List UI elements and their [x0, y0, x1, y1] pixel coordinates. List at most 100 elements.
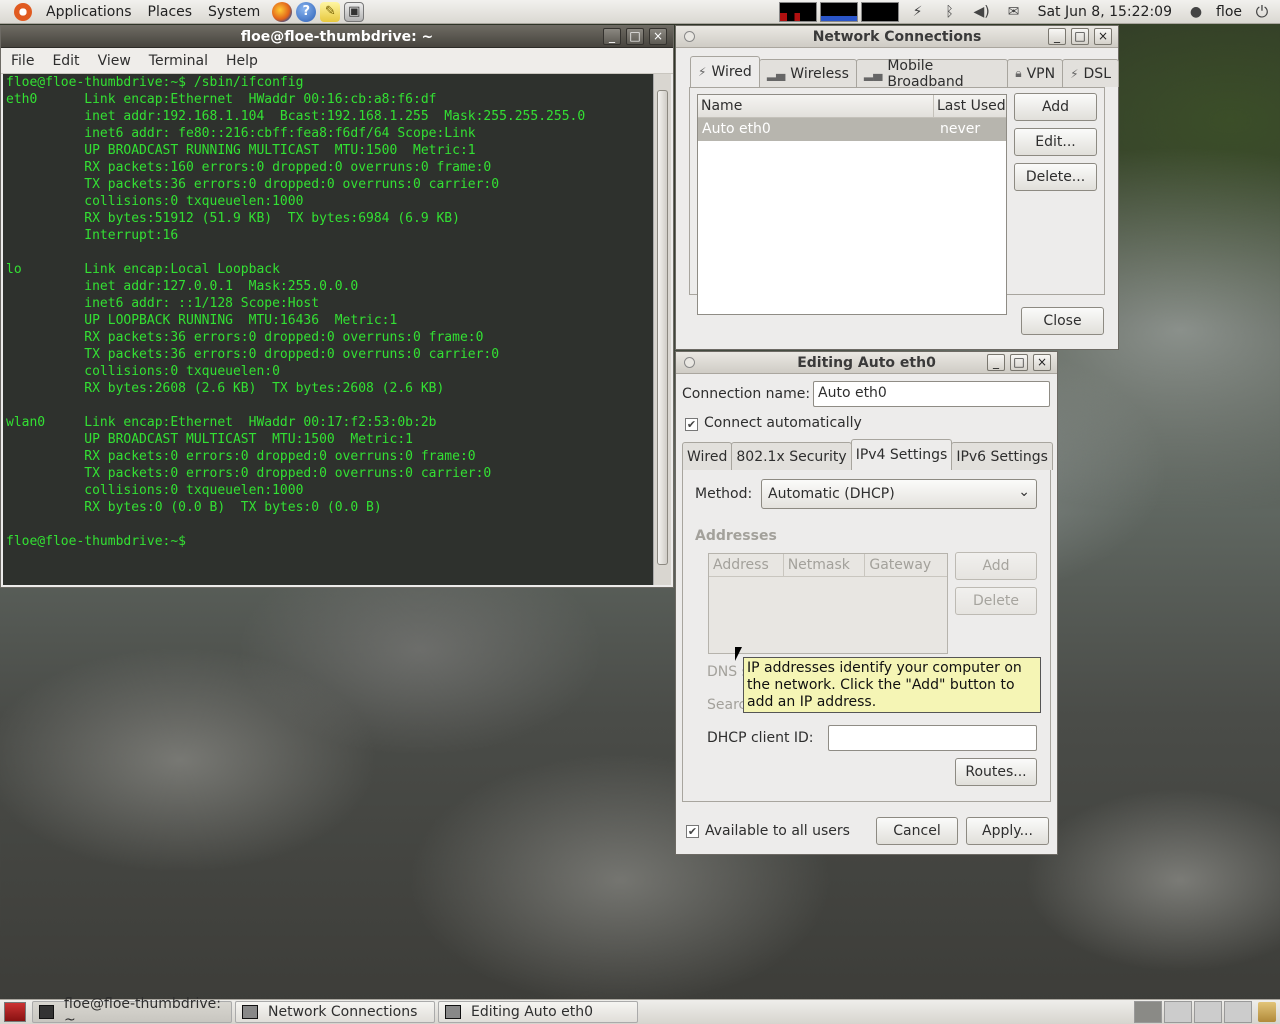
method-select[interactable]: Automatic (DHCP) ⌄ [761, 479, 1037, 509]
chat-status-icon[interactable]: ● [1186, 2, 1206, 22]
delete-connection-button[interactable]: Delete... [1014, 163, 1097, 191]
netconn-titlebar[interactable]: Network Connections _ □ × [676, 26, 1118, 48]
terminal-title: floe@floe-thumbdrive: ~ [240, 28, 434, 45]
tab-ipv6-settings[interactable]: IPv6 Settings [951, 442, 1053, 470]
show-desktop-icon[interactable] [4, 1002, 26, 1022]
cancel-button[interactable]: Cancel [876, 817, 958, 845]
network-connections-window: Network Connections _ □ × ⚡ Wired ▂▄ Wirel… [675, 25, 1119, 350]
terminal-line: floe@floe-thumbdrive:~$ [6, 534, 187, 549]
tab-dsl[interactable]: ⚡ DSL [1062, 59, 1119, 87]
terminal-line: RX packets:36 errors:0 dropped:0 overrun… [6, 330, 484, 345]
addresses-tooltip: IP addresses identify your computer on t… [743, 657, 1041, 713]
taskbar-item-editing-auto-eth0[interactable]: Editing Auto eth0 [438, 1001, 638, 1023]
terminal-line: collisions:0 txqueuelen:1000 [6, 483, 304, 498]
terminal-line: collisions:0 txqueuelen:0 [6, 364, 280, 379]
editing-titlebar[interactable]: Editing Auto eth0 _ □ × [676, 352, 1057, 374]
taskbar-item-terminal[interactable]: floe@floe-thumbdrive: ~ [32, 996, 232, 1024]
workspace-1[interactable] [1134, 1001, 1162, 1023]
terminal-line: floe@floe-thumbdrive:~$ /sbin/ifconfig [6, 75, 304, 90]
user-name[interactable]: floe [1212, 4, 1246, 20]
help-menu[interactable]: Help [216, 53, 266, 69]
column-address: Address [709, 554, 784, 576]
close-button[interactable]: × [1033, 354, 1051, 371]
help-icon[interactable]: ? [296, 1, 317, 22]
workspace-4[interactable] [1224, 1001, 1252, 1023]
places-menu[interactable]: Places [140, 4, 201, 20]
workspace-2[interactable] [1164, 1001, 1192, 1023]
edit-menu[interactable]: Edit [42, 53, 87, 69]
column-last-used[interactable]: Last Used [934, 95, 1006, 117]
close-button[interactable]: × [649, 28, 667, 45]
cpu-monitor[interactable] [778, 1, 817, 22]
minimize-button[interactable]: _ [603, 28, 621, 45]
maximize-button[interactable]: □ [626, 28, 644, 45]
memory-monitor[interactable] [819, 1, 858, 22]
dhcp-client-id-label: DHCP client ID: [707, 730, 814, 746]
apply-button[interactable]: Apply... [966, 817, 1049, 845]
wired-network-icon[interactable]: ⚡ [908, 2, 928, 22]
view-menu[interactable]: View [88, 53, 139, 69]
volume-icon[interactable]: ◀) [972, 2, 992, 22]
add-address-button[interactable]: Add [955, 552, 1037, 580]
column-name[interactable]: Name [698, 95, 934, 117]
firefox-icon[interactable] [272, 1, 293, 22]
terminal-output[interactable]: floe@floe-thumbdrive:~$ /sbin/ifconfig et… [3, 74, 653, 585]
notes-icon[interactable]: ✎ [320, 1, 341, 22]
terminal-line: eth0 Link encap:Ethernet HWaddr 00:16:cb… [6, 92, 437, 107]
clock[interactable]: Sat Jun 8, 15:22:09 [1030, 4, 1180, 20]
routes-button[interactable]: Routes... [955, 758, 1037, 786]
file-menu[interactable]: File [1, 53, 42, 69]
terminal-line: TX packets:36 errors:0 dropped:0 overrun… [6, 177, 500, 192]
terminal-menu[interactable]: Terminal [139, 53, 216, 69]
terminal-line: UP LOOPBACK RUNNING MTU:16436 Metric:1 [6, 313, 398, 328]
tab-wireless[interactable]: ▂▄ Wireless [758, 59, 857, 87]
terminal-scrollbar[interactable] [653, 74, 671, 585]
terminal-titlebar[interactable]: floe@floe-thumbdrive: ~ _ □ × [1, 26, 673, 48]
netconn-title: Network Connections [812, 28, 982, 45]
window-menu-icon[interactable] [684, 31, 695, 42]
editing-connection-window: Editing Auto eth0 _ □ × Connection name:… [675, 351, 1058, 855]
connections-list[interactable]: Name Last Used Auto eth0 never [697, 94, 1007, 315]
screenshot-icon[interactable]: ▣ [344, 1, 365, 22]
connection-row[interactable]: Auto eth0 never [698, 118, 1006, 141]
tab-mobile-broadband[interactable]: ▂▄ Mobile Broadband [855, 58, 1009, 90]
minimize-button[interactable]: _ [1048, 28, 1066, 45]
minimize-button[interactable]: _ [987, 354, 1005, 371]
applications-menu[interactable]: Applications [38, 4, 140, 20]
dhcp-client-id-field[interactable] [828, 725, 1037, 751]
taskbar-item-network-connections[interactable]: Network Connections [235, 1001, 435, 1023]
terminal-line: RX packets:160 errors:0 dropped:0 overru… [6, 160, 492, 175]
bluetooth-icon[interactable]: ᛒ [940, 2, 960, 22]
close-button[interactable]: × [1094, 28, 1112, 45]
netconn-tabs: ⚡ Wired ▂▄ Wireless ▂▄ Mobile Broadband 🔒︎ V… [690, 56, 1119, 90]
connection-name-field[interactable]: Auto eth0 [813, 381, 1050, 407]
system-menu[interactable]: System [200, 4, 268, 20]
add-connection-button[interactable]: Add [1014, 93, 1097, 121]
tab-wired[interactable]: Wired [682, 442, 733, 470]
connect-automatically-checkbox[interactable]: ✔ [685, 418, 698, 431]
network-monitor[interactable] [860, 1, 899, 22]
trash-icon[interactable] [1258, 1002, 1276, 1022]
tab-wired[interactable]: ⚡ Wired [690, 56, 760, 87]
maximize-button[interactable]: □ [1010, 354, 1028, 371]
scrollbar-thumb[interactable] [657, 90, 668, 565]
mouse-pointer-icon [735, 647, 742, 661]
connection-last-used: never [940, 121, 981, 137]
terminal-line: Interrupt:16 [6, 228, 179, 243]
tab-vpn[interactable]: 🔒︎ VPN [1007, 59, 1064, 87]
tab-ipv4-settings[interactable]: IPv4 Settings [850, 439, 953, 470]
power-icon[interactable]: ⏻ [1252, 2, 1272, 22]
edit-connection-button[interactable]: Edit... [1014, 128, 1097, 156]
terminal-line: inet6 addr: ::1/128 Scope:Host [6, 296, 320, 311]
addresses-table[interactable]: Address Netmask Gateway [708, 553, 948, 654]
ubuntu-logo-icon[interactable] [14, 2, 32, 21]
tab-8021x-security[interactable]: 802.1x Security [731, 442, 852, 470]
maximize-button[interactable]: □ [1071, 28, 1089, 45]
mail-icon[interactable]: ✉ [1004, 2, 1024, 22]
close-dialog-button[interactable]: Close [1021, 307, 1104, 335]
delete-address-button[interactable]: Delete [955, 587, 1037, 615]
available-to-all-users-checkbox[interactable]: ✔ [686, 825, 699, 838]
workspace-3[interactable] [1194, 1001, 1222, 1023]
window-menu-icon[interactable] [684, 357, 695, 368]
